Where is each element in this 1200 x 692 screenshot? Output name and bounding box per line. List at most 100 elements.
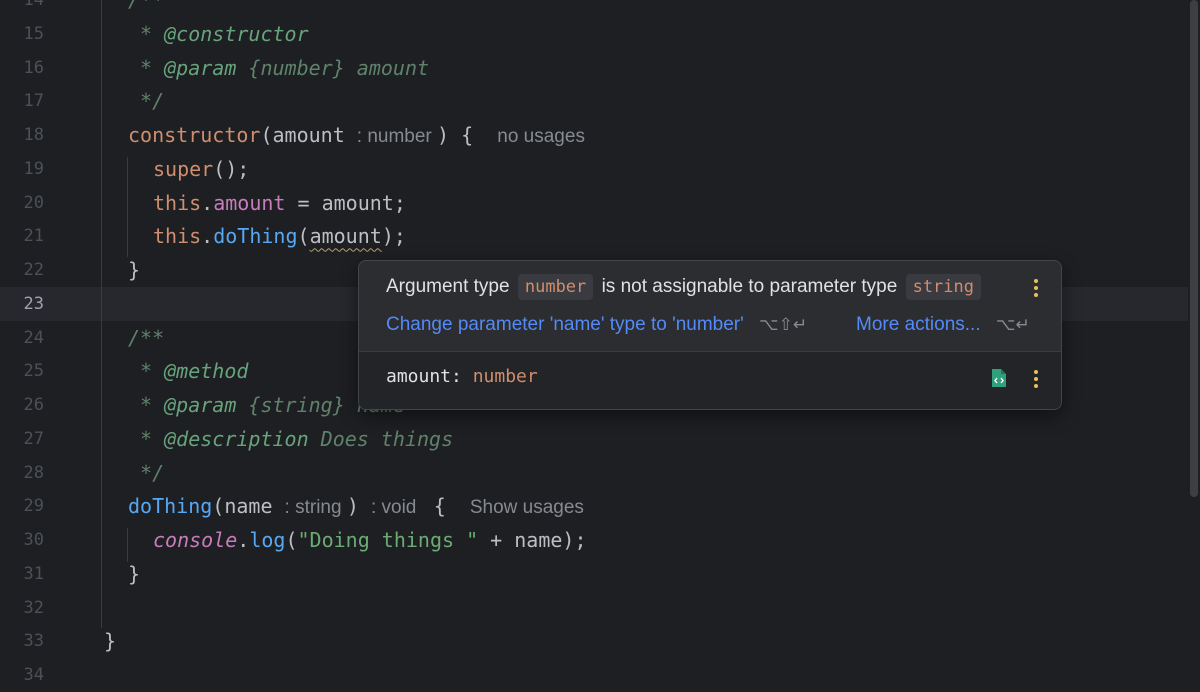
line-number: 34	[23, 665, 44, 685]
code-line[interactable]: 28 */	[0, 456, 1188, 490]
line-number: 33	[23, 631, 44, 652]
code-line[interactable]: 21 this.doThing(amount);	[0, 219, 1188, 253]
type-inlay-hint: : number	[356, 126, 438, 147]
code-token: this	[153, 190, 202, 215]
code-token: super	[153, 156, 214, 181]
code-line[interactable]: 16 * @param {number} amount	[0, 51, 1188, 85]
usages-hint[interactable]: no usages	[497, 126, 585, 147]
code-token: .	[237, 528, 250, 552]
code-token: = amount;	[285, 190, 406, 215]
code-line[interactable]: 30 console.log("Doing things " + name);	[0, 523, 1188, 557]
code-token: doThing	[128, 494, 213, 519]
line-number: 32	[23, 597, 44, 618]
line-number: 20	[23, 192, 44, 213]
code-token: @description	[164, 426, 309, 451]
line-number: 21	[23, 226, 44, 247]
code-token: console	[153, 528, 238, 552]
code-text: this.amount = amount;	[153, 186, 406, 220]
line-number: 17	[23, 91, 44, 112]
signature-param-type: number	[472, 366, 538, 387]
code-text: }	[128, 253, 140, 287]
code-token: (name	[212, 494, 285, 519]
more-actions-link[interactable]: More actions...	[856, 314, 981, 335]
code-token: }	[104, 629, 117, 654]
code-line[interactable]: 14 /**	[0, 0, 1188, 17]
code-text: * @constructor	[128, 17, 309, 51]
code-text: }	[128, 557, 140, 591]
code-text: /**	[128, 0, 164, 17]
code-token: this	[153, 224, 202, 249]
popup-options-icon[interactable]	[1034, 279, 1038, 297]
code-token: {number} amount	[236, 55, 430, 80]
type-badge-expected: string	[905, 274, 981, 300]
code-token: *	[128, 393, 165, 417]
popup-message-area: Argument type number is not assignable t…	[359, 261, 1061, 351]
code-line[interactable]: 31}	[0, 557, 1188, 591]
code-token: )	[346, 494, 371, 519]
code-text: /**	[128, 321, 164, 355]
code-token: @constructor	[164, 21, 309, 46]
code-line[interactable]: 29 doThing(name : string ) : void { Show …	[0, 489, 1188, 523]
vertical-scrollbar[interactable]	[1190, 0, 1198, 497]
file-type-icon[interactable]	[991, 368, 1007, 388]
fix-action-link[interactable]: Change parameter 'name' type to 'number'	[386, 314, 744, 335]
code-token: {	[421, 494, 470, 519]
line-number: 14	[23, 0, 44, 10]
code-token: *	[128, 21, 165, 46]
error-popup: Argument type number is not assignable t…	[358, 260, 1062, 410]
usages-hint[interactable]: Show usages	[470, 497, 584, 518]
code-line[interactable]: 20 this.amount = amount;	[0, 186, 1188, 220]
signature-param-name: amount:	[386, 366, 462, 387]
code-text: */	[128, 84, 164, 118]
code-text: constructor(amount : number ) { no usage…	[128, 118, 585, 154]
code-line[interactable]: 18 constructor(amount : number ) { no usa…	[0, 118, 1188, 152]
code-line[interactable]: 17 */	[0, 84, 1188, 118]
line-number: 15	[23, 23, 44, 44]
line-number: 24	[23, 327, 44, 348]
line-number: 26	[23, 395, 44, 415]
code-text: * @method	[128, 354, 248, 388]
line-number: 25	[23, 361, 44, 382]
code-token: @method	[164, 359, 249, 384]
signature-options-icon[interactable]	[1034, 370, 1038, 388]
code-token: *	[128, 359, 165, 384]
code-text: */	[128, 456, 164, 490]
code-token: @param	[164, 55, 237, 80]
code-token: /**	[128, 0, 165, 12]
code-token: }	[128, 561, 141, 586]
code-token: + name);	[478, 528, 587, 552]
code-line[interactable]: 33}	[0, 624, 1188, 658]
code-line[interactable]: 19 super();	[0, 152, 1188, 186]
code-text: }	[104, 624, 116, 658]
code-token: constructor	[128, 123, 261, 147]
line-number: 16	[23, 57, 44, 78]
code-token: log	[249, 528, 286, 552]
code-token: *	[128, 426, 165, 451]
code-token: Does things	[308, 426, 454, 451]
line-number: 18	[23, 125, 44, 145]
line-number: 27	[23, 428, 44, 449]
code-text: super();	[153, 152, 249, 186]
code-token: /**	[128, 325, 165, 350]
code-token: (amount	[260, 123, 357, 147]
error-message-middle: is not assignable to parameter type	[601, 276, 898, 297]
code-line[interactable]: 27 * @description Does things	[0, 422, 1188, 456]
code-token: }	[128, 258, 141, 282]
code-token: */	[128, 460, 165, 485]
error-message-prefix: Argument type	[386, 276, 510, 297]
code-token: amount	[213, 190, 286, 215]
code-token: (	[297, 224, 310, 249]
line-number: 28	[23, 462, 44, 483]
parameter-signature: amount: number	[386, 366, 538, 387]
popup-signature-area: amount: number	[359, 351, 1061, 409]
fix-shortcut: ⌥⇧↵	[759, 315, 808, 334]
code-line[interactable]: 15 * @constructor	[0, 17, 1188, 51]
code-token: doThing	[213, 224, 298, 249]
code-line[interactable]: 34	[0, 658, 1188, 692]
code-line[interactable]: 32	[0, 591, 1188, 625]
type-badge-actual: number	[517, 274, 594, 300]
code-text: this.doThing(amount);	[153, 219, 406, 253]
line-number: 30	[23, 530, 44, 550]
line-number: 22	[23, 260, 44, 280]
line-number: 29	[23, 496, 44, 517]
